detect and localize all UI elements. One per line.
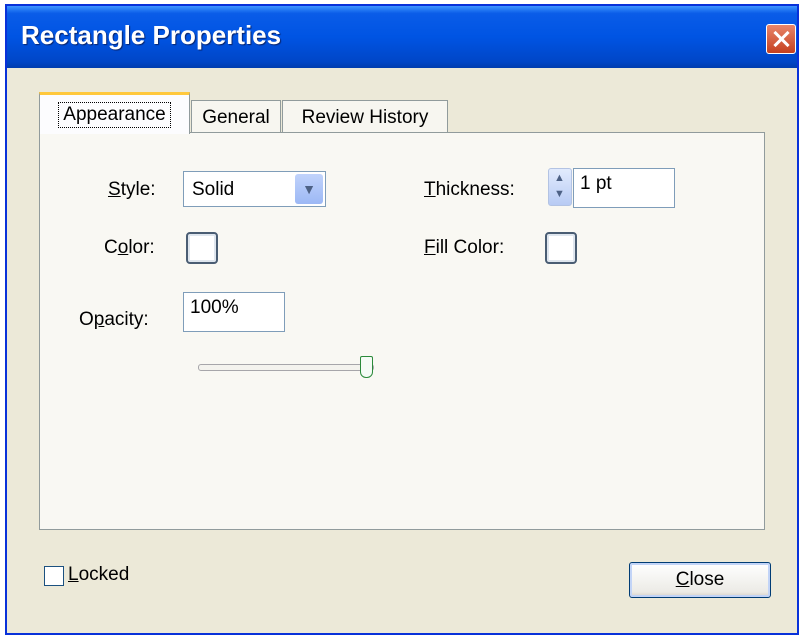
opacity-slider-thumb[interactable] [360,356,373,378]
locked-label[interactable]: Locked [68,564,129,586]
fill-color-swatch[interactable] [545,232,577,264]
style-label: Style: [108,179,156,200]
spin-down-icon[interactable]: ▼ [554,188,565,200]
thickness-spinner[interactable]: ▲ ▼ [548,168,572,206]
spin-up-icon[interactable]: ▲ [554,172,565,184]
opacity-slider-track[interactable] [198,364,374,371]
tab-general-label: General [202,106,270,128]
locked-checkbox[interactable] [44,566,64,586]
thickness-label: Thickness: [424,179,515,200]
tab-review-history[interactable]: Review History [282,100,448,134]
dialog-title: Rectangle Properties [21,20,282,50]
color-label: Color: [104,237,155,258]
opacity-input[interactable]: 100% [183,292,285,332]
fill-color-label: Fill Color: [424,237,505,258]
style-dropdown[interactable]: Solid ▼ [183,171,326,207]
thickness-input[interactable]: 1 pt [573,168,675,208]
tab-appearance[interactable]: Appearance [39,92,190,134]
title-bar[interactable]: Rectangle Properties [7,6,797,68]
opacity-label: Opacity: [79,309,149,330]
close-icon[interactable] [766,24,796,54]
tab-appearance-label: Appearance [58,101,171,128]
appearance-panel: Style: Solid ▼ Color: Opacity: 100% Thic… [39,132,765,530]
close-button[interactable]: Close [629,562,771,598]
chevron-down-icon[interactable]: ▼ [295,174,323,204]
tab-general[interactable]: General [191,100,281,134]
tab-review-history-label: Review History [301,106,429,128]
style-value: Solid [192,179,235,200]
stroke-color-swatch[interactable] [186,232,218,264]
